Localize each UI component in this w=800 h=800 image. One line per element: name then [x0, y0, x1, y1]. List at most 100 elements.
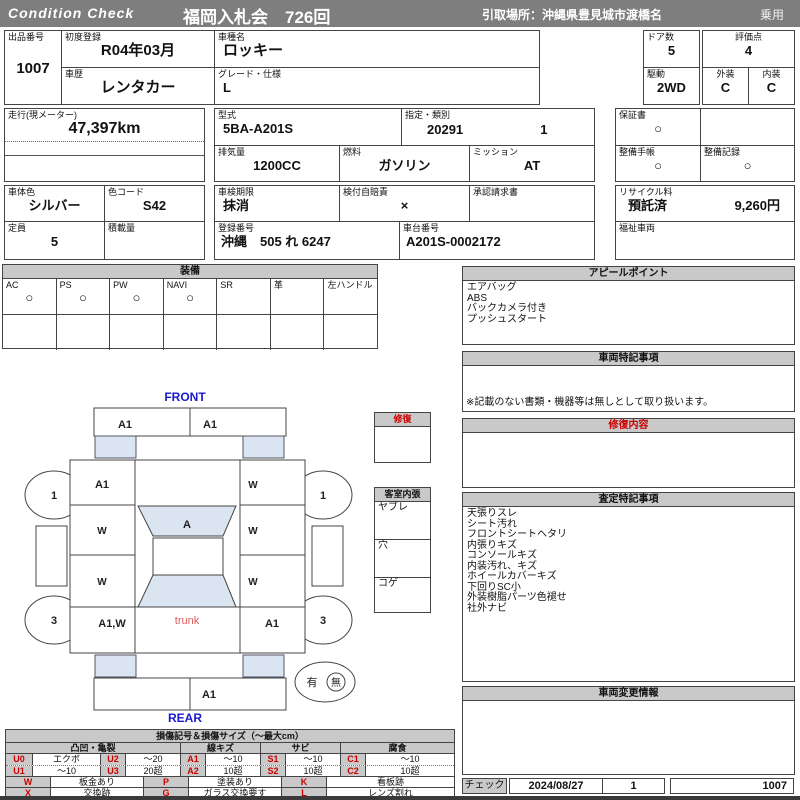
- maintenance-record-label: 整備記録: [704, 147, 741, 157]
- class-sub-value: 1: [540, 122, 548, 137]
- assessment-item: ホイールカバーキズ: [467, 571, 557, 582]
- equipment-mark: ○: [25, 290, 34, 305]
- legend-desc: 板金あり: [51, 777, 144, 787]
- insurance-label: 検付自賠責: [343, 187, 389, 197]
- color-code-value: S42: [142, 198, 167, 213]
- check-label: チェック: [462, 778, 507, 794]
- drive-label: 駆動: [647, 69, 666, 79]
- inspection-value: 抹消: [223, 198, 250, 213]
- left-mirror-panel: [35, 525, 68, 587]
- first-registration-cell: 初度登録 R04年03月: [61, 30, 215, 68]
- warranty-label: 保証書: [619, 110, 647, 120]
- assessment-item: コンソールキズ: [467, 550, 537, 561]
- warranty-spare-cell: [700, 108, 795, 146]
- mileage-value: 47,397km: [68, 120, 141, 137]
- legend-row-1: U0 エクボ U2 〜20 A1 〜10 S1 〜10 C1 〜10: [6, 754, 454, 766]
- interior-grade-cell: 内装 C: [748, 67, 795, 105]
- cabin-row-tear: ヤブレ: [375, 502, 430, 540]
- history-cell: 車歴 レンタカー: [61, 67, 215, 105]
- appeal-item: バックカメラ付き: [467, 303, 547, 314]
- left-front-fender-mark: A1: [95, 479, 109, 491]
- equipment-label: 革: [273, 280, 283, 290]
- wheel-front-right-mark: 1: [320, 490, 326, 502]
- model-cell: 車種名 ロッキー: [214, 30, 540, 68]
- interior-grade-label: 内装: [762, 69, 781, 79]
- legend-code: S1: [261, 754, 286, 765]
- front-left-light: [94, 435, 137, 459]
- mileage-divider-solid: [5, 155, 204, 156]
- maintenance-book-cell: 整備手帳 ○: [615, 145, 701, 182]
- exterior-grade-value: C: [720, 80, 731, 95]
- equipment-mark: ○: [132, 290, 141, 305]
- legend-group-row: 凸凹・亀裂 線キズ サビ 腐食: [6, 743, 454, 754]
- wheel-rear-right-mark: 3: [320, 615, 326, 627]
- transmission-value: AT: [523, 158, 541, 173]
- rear-left-light: [94, 654, 137, 678]
- class-cell: 指定・類別 20291 1: [401, 108, 595, 146]
- score-cell: 評価点 4: [702, 30, 795, 68]
- fuel-label: 燃料: [343, 147, 362, 157]
- legend-desc: 塗装あり: [189, 777, 282, 787]
- equipment-empty-cell: [164, 315, 218, 350]
- first-registration-value: R04年03月: [100, 42, 176, 59]
- insurance-cell: 検付自賠責 ×: [339, 185, 470, 222]
- payload-label: 積載量: [108, 223, 136, 233]
- registration-number-label: 登録番号: [218, 223, 255, 233]
- legend-group-dent: 凸凹・亀裂: [6, 743, 181, 753]
- legend-code: U2: [101, 754, 126, 765]
- auction-title: 福岡入札会 726回: [183, 8, 331, 27]
- model-code-value: 5BA-A201S: [223, 121, 294, 136]
- recycle-status-value: 預託済: [628, 198, 668, 213]
- wheel-front-left-mark: 1: [51, 490, 57, 502]
- recycle-fee-value: 9,260円: [734, 198, 780, 213]
- equipment-col-ps: PS ○: [57, 279, 111, 314]
- mileage-cell: 走行(現メーター) 47,397km: [4, 108, 205, 182]
- warranty-mark: ○: [654, 121, 662, 136]
- welfare-cell: 福祉車両: [615, 221, 795, 260]
- legend-group-corrosion: 腐食: [341, 743, 454, 753]
- appeal-item: プッシュスタート: [467, 313, 547, 325]
- damage-legend-title: 損傷記号＆損傷サイズ（〜最大cm）: [6, 730, 454, 743]
- equipment-empty-cell: [110, 315, 164, 350]
- recycle-fee-label: リサイクル料: [619, 187, 673, 197]
- right-front-fender-mark: W: [248, 480, 258, 491]
- change-info-section: 車両変更情報: [462, 686, 795, 775]
- capacity-label: 定員: [8, 223, 27, 233]
- assessment-notes-title: 査定特記事項: [463, 493, 794, 507]
- inspection-label: 車検期限: [218, 187, 255, 197]
- equipment-title: 装備: [3, 265, 377, 279]
- body-color-label: 車体色: [8, 187, 36, 197]
- appeal-points-section: アピールポイント エアバッグ ABS バックカメラ付き プッシュスタート: [462, 266, 795, 345]
- doors-value: 5: [667, 43, 676, 58]
- grade-label: グレード・仕様: [218, 69, 282, 79]
- color-code-cell: 色コード S42: [104, 185, 205, 222]
- equipment-empty-cell: [3, 315, 57, 350]
- legend-code: K: [282, 777, 327, 787]
- assessment-item: 外装樹脂パーツ色褪せ: [467, 592, 567, 603]
- equipment-empty-cell: [57, 315, 111, 350]
- left-front-door-mark: W: [97, 526, 107, 537]
- legend-code: P: [144, 777, 189, 787]
- spare-none-label: 無: [331, 676, 341, 689]
- fuel-value: ガソリン: [378, 158, 431, 173]
- notes-disclaimer: ※記載のない書類・機器等は無しとして取り扱います。: [466, 397, 714, 408]
- body-color-value: シルバー: [28, 198, 81, 213]
- right-rear-quarter-mark: A1: [265, 618, 279, 630]
- score-value: 4: [744, 43, 753, 58]
- rear-right-light: [242, 654, 285, 678]
- cabin-trim-title: 客室内張: [375, 488, 430, 502]
- repair-flag-box: 修復: [374, 412, 431, 463]
- history-value: レンタカー: [100, 79, 176, 96]
- class-no-value: 20291: [427, 122, 464, 137]
- legend-size: 〜10: [286, 754, 341, 765]
- right-front-door-mark: W: [248, 526, 258, 537]
- lot-label: 出品番号: [8, 32, 45, 42]
- approval-label: 承認請求書: [473, 187, 519, 197]
- spare-tire-indicator: [294, 661, 356, 703]
- legend-code: W: [6, 777, 51, 787]
- body-color-cell: 車体色 シルバー: [4, 185, 105, 222]
- chassis-number-label: 車台番号: [403, 223, 440, 233]
- brand-logo: Condition Check: [8, 5, 135, 21]
- pickup-location: 引取場所：沖縄県豊見城市渡橋名: [482, 8, 663, 22]
- roof-panel: [152, 537, 224, 576]
